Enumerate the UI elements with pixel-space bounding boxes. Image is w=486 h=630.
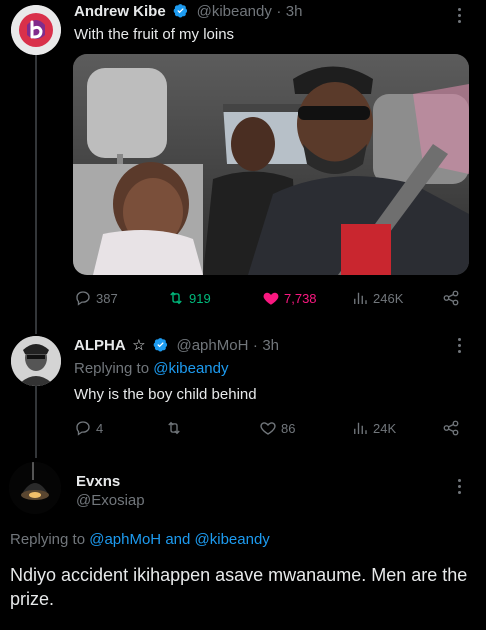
tweet1-text: With the fruit of my loins (74, 26, 235, 43)
tweet1-separator: · (276, 3, 282, 20)
tweet1-share-button[interactable] (442, 289, 460, 307)
tweet2-views-button[interactable]: 24K (351, 419, 396, 437)
tweet1-photo[interactable] (73, 54, 469, 275)
tweet1-time[interactable]: 3h (286, 3, 303, 20)
tweet1-retweet-count: 919 (189, 290, 211, 306)
replying-to-link-kibeandy[interactable]: @kibeandy (195, 531, 270, 548)
car-selfie-image (73, 54, 469, 275)
tweet2-separator: · (252, 337, 258, 354)
replying-to-link-aphmoh[interactable]: @aphMoH (89, 531, 161, 548)
verified-badge-icon (153, 338, 168, 352)
logo-icon (11, 5, 61, 55)
tweet1-view-count: 246K (373, 290, 404, 306)
tweet2-more-icon[interactable] (458, 338, 462, 353)
share-icon (443, 420, 459, 436)
verified-badge-icon (173, 4, 188, 18)
tweet3-handle[interactable]: @Exosiap (76, 492, 145, 509)
tweet2-reply-button[interactable]: 4 (74, 419, 103, 437)
heart-icon (260, 422, 276, 435)
tweet2-handle[interactable]: @aphMoH (176, 337, 248, 354)
tweet1-reply-button[interactable]: 387 (74, 289, 118, 307)
views-icon (354, 292, 367, 304)
tweet1-more-icon[interactable] (458, 8, 462, 23)
tweet2-share-button[interactable] (442, 419, 460, 437)
avatar-image (11, 336, 61, 386)
tweet3-replying-to: Replying to @aphMoH and @kibeandy (10, 531, 270, 548)
tweet3-author-name[interactable]: Evxns (76, 473, 120, 490)
thread-line-1 (35, 55, 37, 334)
tweet2-view-count: 24K (373, 420, 397, 436)
replying-to-label: Replying to (74, 360, 150, 377)
replying-to-and: and (165, 531, 191, 548)
tweet2-author-name[interactable]: ALPHA (74, 337, 126, 354)
tweet2-like-button[interactable]: 86 (259, 419, 295, 437)
tweet1-author-name[interactable]: Andrew Kibe (74, 3, 166, 20)
avatar-evxns[interactable] (9, 462, 61, 514)
tweet1-reply-count: 387 (96, 290, 118, 306)
tweet2-retweet-button[interactable] (165, 419, 183, 437)
tweet2-star: ☆ (132, 337, 146, 354)
views-icon (354, 422, 367, 434)
retweet-icon (170, 291, 182, 305)
replying-to-link[interactable]: @kibeandy (153, 360, 228, 377)
avatar-alpha[interactable] (11, 336, 61, 386)
reply-icon (76, 421, 90, 436)
tweet3-text: Ndiyo accident ikihappen asave mwanaume.… (10, 565, 468, 609)
tweet3-more-icon[interactable] (458, 479, 462, 494)
tweet2-header: ALPHA ☆ @aphMoH · 3h (74, 336, 279, 355)
tweet2-time[interactable]: 3h (262, 337, 279, 354)
thread-line-2 (35, 386, 37, 458)
lamp-avatar-image (9, 462, 61, 514)
share-icon (443, 290, 459, 306)
tweet1-retweet-button[interactable]: 919 (167, 289, 211, 307)
tweet1-handle[interactable]: @kibeandy (197, 3, 272, 20)
retweet-icon (168, 421, 180, 435)
tweet1-header: Andrew Kibe @kibeandy · 3h (74, 3, 302, 21)
heart-filled-icon (263, 292, 279, 305)
tweet1-views-button[interactable]: 246K (351, 289, 403, 307)
tweet2-text: Why is the boy child behind (74, 386, 257, 403)
avatar-andrew-kibe[interactable] (11, 5, 61, 55)
reply-icon (76, 291, 90, 306)
replying-to-label: Replying to (10, 531, 86, 548)
tweet2-reply-count: 4 (96, 420, 104, 436)
tweet2-replying-to: Replying to @kibeandy (74, 360, 229, 377)
tweet1-like-button[interactable]: 7,738 (262, 289, 317, 307)
tweet2-like-count: 86 (281, 420, 296, 436)
tweet1-like-count: 7,738 (284, 290, 317, 306)
